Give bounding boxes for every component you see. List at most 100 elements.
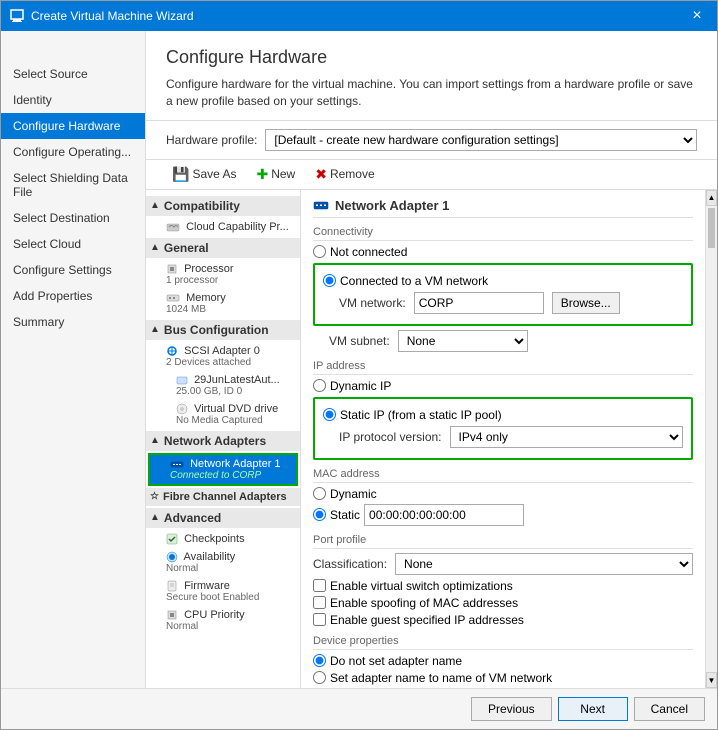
- guest-ip-checkbox[interactable]: [313, 613, 326, 626]
- window-title: Create Virtual Machine Wizard: [31, 9, 685, 23]
- adapter-title: Network Adapter 1: [335, 198, 449, 213]
- tree-item-firmware[interactable]: Firmware Secure boot Enabled: [146, 577, 300, 606]
- scroll-up-button[interactable]: ▲: [706, 190, 717, 206]
- tree-item-cpu-priority[interactable]: CPU Priority Normal: [146, 606, 300, 635]
- hardware-profile-select[interactable]: [Default - create new hardware configura…: [265, 129, 697, 151]
- virtual-switch-opt-checkbox[interactable]: [313, 579, 326, 592]
- ip-protocol-select[interactable]: IPv4 only: [450, 426, 684, 448]
- tree-item-network-adapter-1[interactable]: Network Adapter 1 Connected to CORP: [148, 453, 298, 486]
- vm-network-input[interactable]: [414, 292, 544, 314]
- close-button[interactable]: ×: [685, 4, 709, 28]
- expand-icon-bus: ▲: [150, 324, 160, 335]
- classification-label: Classification:: [313, 557, 387, 571]
- page-header: Configure Hardware Configure hardware fo…: [146, 31, 717, 121]
- new-button[interactable]: ✚ New: [250, 164, 301, 185]
- tree-section-general[interactable]: ▲ General: [146, 238, 300, 258]
- spoofing-mac-checkbox[interactable]: [313, 596, 326, 609]
- general-label: General: [164, 241, 209, 255]
- static-ip-highlighted: Static IP (from a static IP pool) IP pro…: [313, 397, 693, 460]
- tree-section-bus[interactable]: ▲ Bus Configuration: [146, 320, 300, 340]
- tree-panel: ▲ Compatibility Cloud Capability Pr... ▲…: [146, 190, 301, 688]
- not-connected-label: Not connected: [330, 245, 407, 259]
- virtual-switch-opt-row: Enable virtual switch optimizations: [313, 579, 693, 593]
- remove-button[interactable]: ✖ Remove: [309, 164, 380, 185]
- next-button[interactable]: Next: [558, 697, 628, 721]
- hardware-profile-row: Hardware profile: [Default - create new …: [146, 121, 717, 160]
- save-as-button[interactable]: 💾 Save As: [166, 164, 242, 185]
- nav-item-shielding[interactable]: Select Shielding Data File: [1, 165, 145, 205]
- tree-item-availability[interactable]: Availability Normal: [146, 548, 300, 577]
- tree-item-scsi[interactable]: SCSI Adapter 0 2 Devices attached: [146, 342, 300, 371]
- tree-section-network[interactable]: ▲ Network Adapters: [146, 431, 300, 451]
- static-mac-radio[interactable]: [313, 508, 326, 521]
- tree-section-fibre[interactable]: ☆ Fibre Channel Adapters: [146, 488, 300, 506]
- static-ip-radio[interactable]: [323, 408, 336, 421]
- cancel-button[interactable]: Cancel: [634, 697, 705, 721]
- dynamic-mac-radio[interactable]: [313, 487, 326, 500]
- page-description: Configure hardware for the virtual machi…: [166, 76, 697, 110]
- set-name-label: Set adapter name to name of VM network: [330, 671, 552, 685]
- tree-item-dvd[interactable]: Virtual DVD drive No Media Captured: [146, 400, 300, 429]
- nav-item-destination[interactable]: Select Destination: [1, 205, 145, 231]
- tree-item-memory[interactable]: Memory 1024 MB: [146, 289, 300, 318]
- not-connected-radio[interactable]: [313, 245, 326, 258]
- vm-network-label: VM network:: [339, 296, 406, 310]
- nav-item-cloud[interactable]: Select Cloud: [1, 231, 145, 257]
- guest-ip-row: Enable guest specified IP addresses: [313, 613, 693, 627]
- tree-item-cloud-capability[interactable]: Cloud Capability Pr...: [146, 218, 300, 236]
- tree-item-disk[interactable]: 29JunLatestAut... 25.00 GB, ID 0: [146, 371, 300, 400]
- connected-vm-radio[interactable]: [323, 274, 336, 287]
- expand-icon-fibre: ☆: [150, 491, 159, 502]
- dynamic-mac-label: Dynamic: [330, 487, 377, 501]
- previous-button[interactable]: Previous: [471, 697, 552, 721]
- nav-item-configure-hardware[interactable]: Configure Hardware: [1, 113, 145, 139]
- nav-item-identity[interactable]: Identity: [1, 87, 145, 113]
- right-panel: Configure Hardware Configure hardware fo…: [146, 31, 717, 688]
- nav-item-configure-os[interactable]: Configure Operating...: [1, 139, 145, 165]
- remove-icon: ✖: [315, 166, 327, 183]
- nav-item-summary[interactable]: Summary: [1, 309, 145, 335]
- device-properties-section-label: Device properties: [313, 635, 693, 650]
- dynamic-mac-row: Dynamic: [313, 487, 693, 501]
- dynamic-ip-radio[interactable]: [313, 379, 326, 392]
- virtual-switch-opt-label: Enable virtual switch optimizations: [330, 579, 513, 593]
- classification-row: Classification: None: [313, 553, 693, 575]
- adapter-panel-title: Network Adapter 1: [313, 198, 693, 218]
- ip-protocol-row: IP protocol version: IPv4 only: [339, 426, 683, 448]
- vm-subnet-row: VM subnet: None: [329, 330, 693, 352]
- remove-label: Remove: [330, 167, 375, 181]
- port-profile-section-label: Port profile: [313, 534, 693, 549]
- do-not-set-name-radio[interactable]: [313, 654, 326, 667]
- scroll-thumb[interactable]: [708, 208, 715, 248]
- tree-item-processor[interactable]: Processor 1 processor: [146, 260, 300, 289]
- connectivity-highlighted: Connected to a VM network VM network: Br…: [313, 263, 693, 326]
- static-mac-row: Static: [313, 504, 693, 526]
- expand-icon-general: ▲: [150, 242, 160, 253]
- tree-section-advanced[interactable]: ▲ Advanced: [146, 508, 300, 528]
- ip-protocol-label: IP protocol version:: [339, 430, 442, 444]
- network-adapter-panel: Network Adapter 1 Connectivity Not conne…: [301, 190, 705, 688]
- advanced-label: Advanced: [164, 511, 221, 525]
- spoofing-mac-label: Enable spoofing of MAC addresses: [330, 596, 518, 610]
- vm-subnet-select[interactable]: None: [398, 330, 528, 352]
- nav-item-select-source[interactable]: Select Source: [1, 61, 145, 87]
- set-name-radio[interactable]: [313, 671, 326, 684]
- save-icon: 💾: [172, 166, 189, 183]
- tree-item-checkpoints[interactable]: Checkpoints: [146, 530, 300, 548]
- static-mac-label: Static: [330, 508, 360, 522]
- spoofing-mac-row: Enable spoofing of MAC addresses: [313, 596, 693, 610]
- classification-select[interactable]: None: [395, 553, 693, 575]
- tree-section-compatibility[interactable]: ▲ Compatibility: [146, 196, 300, 216]
- scroll-down-button[interactable]: ▼: [706, 672, 717, 688]
- browse-button[interactable]: Browse...: [552, 292, 620, 314]
- content-area: ▲ Compatibility Cloud Capability Pr... ▲…: [146, 190, 717, 688]
- main-window: Create Virtual Machine Wizard × Select S…: [0, 0, 718, 730]
- bus-label: Bus Configuration: [164, 323, 269, 337]
- not-connected-row: Not connected: [313, 245, 693, 259]
- hardware-profile-label: Hardware profile:: [166, 133, 257, 147]
- static-ip-label: Static IP (from a static IP pool): [340, 408, 502, 422]
- nav-item-add-properties[interactable]: Add Properties: [1, 283, 145, 309]
- footer: Previous Next Cancel: [1, 688, 717, 729]
- mac-address-input[interactable]: [364, 504, 524, 526]
- nav-item-settings[interactable]: Configure Settings: [1, 257, 145, 283]
